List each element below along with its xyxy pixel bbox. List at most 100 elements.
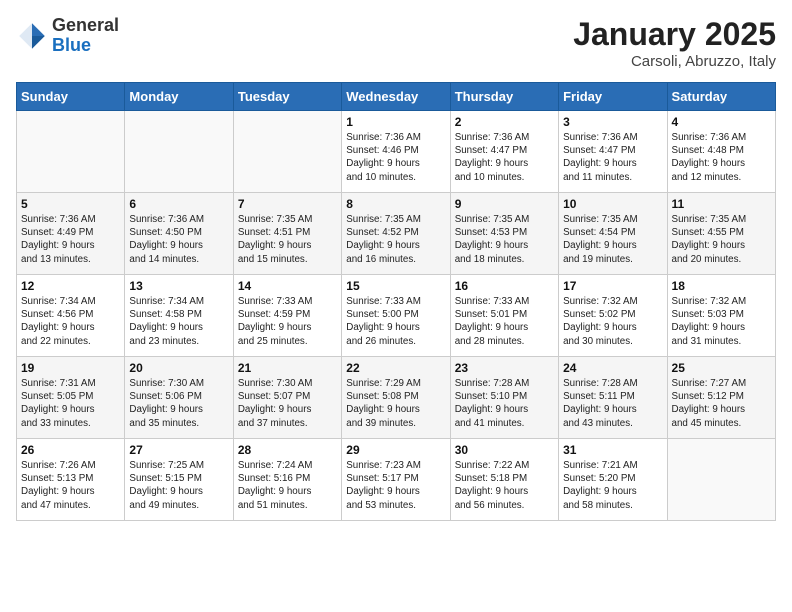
day-cell: 19 Sunrise: 7:31 AMSunset: 5:05 PMDayligh… [17, 357, 125, 439]
day-info: Sunrise: 7:36 AMSunset: 4:47 PMDaylight:… [563, 131, 662, 184]
day-info: Sunrise: 7:26 AMSunset: 5:13 PMDaylight:… [21, 459, 120, 512]
day-cell: 21Sunrise: 7:30 AMSunset: 5:07 PMDayligh… [233, 357, 341, 439]
day-info: Sunrise: 7:27 AMSunset: 5:12 PMDaylight:… [672, 377, 771, 430]
day-info: Sunrise: 7:25 AMSunset: 5:15 PMDaylight:… [129, 459, 228, 512]
day-cell: 22 Sunrise: 7:29 AMSunset: 5:08 PMDayligh… [342, 357, 450, 439]
day-info: Sunrise: 7:36 AMSunset: 4:47 PMDaylight:… [455, 131, 554, 184]
day-info: Sunrise: 7:29 AMSunset: 5:08 PMDaylight:… [346, 377, 445, 430]
calendar-title: January 2025 [573, 16, 776, 53]
logo-icon [16, 20, 48, 52]
day-cell [667, 439, 775, 521]
day-number: 15 [346, 279, 445, 293]
day-cell: 24Sunrise: 7:28 AMSunset: 5:11 PMDayligh… [559, 357, 667, 439]
day-info: Sunrise: 7:35 AMSunset: 4:54 PMDaylight:… [563, 213, 662, 266]
page-header: General Blue January 2025 Carsoli, Abruz… [16, 16, 776, 70]
day-info: Sunrise: 7:35 AMSunset: 4:53 PMDaylight:… [455, 213, 554, 266]
day-info: Sunrise: 7:21 AMSunset: 5:20 PMDaylight:… [563, 459, 662, 512]
day-number: 26 [21, 443, 120, 457]
day-info: Sunrise: 7:24 AMSunset: 5:16 PMDaylight:… [238, 459, 337, 512]
day-cell: 17 Sunrise: 7:32 AMSunset: 5:02 PMDayligh… [559, 275, 667, 357]
day-cell [17, 111, 125, 193]
day-number: 6 [129, 197, 228, 211]
day-cell [125, 111, 233, 193]
week-row-5: 26 Sunrise: 7:26 AMSunset: 5:13 PMDayligh… [17, 439, 776, 521]
header-cell-tuesday: Tuesday [233, 83, 341, 111]
day-cell: 1 Sunrise: 7:36 AMSunset: 4:46 PMDaylight… [342, 111, 450, 193]
day-cell: 23 Sunrise: 7:28 AMSunset: 5:10 PMDayligh… [450, 357, 558, 439]
day-info: Sunrise: 7:34 AMSunset: 4:58 PMDaylight:… [129, 295, 228, 348]
day-cell: 30Sunrise: 7:22 AMSunset: 5:18 PMDayligh… [450, 439, 558, 521]
day-number: 27 [129, 443, 228, 457]
day-info: Sunrise: 7:33 AMSunset: 5:00 PMDaylight:… [346, 295, 445, 348]
day-info: Sunrise: 7:28 AMSunset: 5:10 PMDaylight:… [455, 377, 554, 430]
day-cell [233, 111, 341, 193]
day-cell: 7Sunrise: 7:35 AMSunset: 4:51 PMDaylight… [233, 193, 341, 275]
day-number: 17 [563, 279, 662, 293]
day-cell: 16Sunrise: 7:33 AMSunset: 5:01 PMDayligh… [450, 275, 558, 357]
day-info: Sunrise: 7:33 AMSunset: 4:59 PMDaylight:… [238, 295, 337, 348]
day-cell: 3Sunrise: 7:36 AMSunset: 4:47 PMDaylight… [559, 111, 667, 193]
day-cell: 15 Sunrise: 7:33 AMSunset: 5:00 PMDayligh… [342, 275, 450, 357]
day-number: 9 [455, 197, 554, 211]
day-info: Sunrise: 7:35 AMSunset: 4:51 PMDaylight:… [238, 213, 337, 266]
header-cell-thursday: Thursday [450, 83, 558, 111]
calendar-table: SundayMondayTuesdayWednesdayThursdayFrid… [16, 82, 776, 521]
day-cell: 31 Sunrise: 7:21 AMSunset: 5:20 PMDayligh… [559, 439, 667, 521]
logo-blue: Blue [52, 35, 91, 55]
day-info: Sunrise: 7:28 AMSunset: 5:11 PMDaylight:… [563, 377, 662, 430]
day-cell: 2 Sunrise: 7:36 AMSunset: 4:47 PMDaylight… [450, 111, 558, 193]
day-number: 18 [672, 279, 771, 293]
day-info: Sunrise: 7:36 AMSunset: 4:49 PMDaylight:… [21, 213, 120, 266]
day-number: 14 [238, 279, 337, 293]
day-info: Sunrise: 7:36 AMSunset: 4:46 PMDaylight:… [346, 131, 445, 184]
day-number: 23 [455, 361, 554, 375]
day-number: 10 [563, 197, 662, 211]
day-cell: 29Sunrise: 7:23 AMSunset: 5:17 PMDayligh… [342, 439, 450, 521]
day-info: Sunrise: 7:35 AMSunset: 4:55 PMDaylight:… [672, 213, 771, 266]
day-cell: 6 Sunrise: 7:36 AMSunset: 4:50 PMDaylight… [125, 193, 233, 275]
header-cell-sunday: Sunday [17, 83, 125, 111]
day-cell: 11Sunrise: 7:35 AMSunset: 4:55 PMDayligh… [667, 193, 775, 275]
logo-general: General [52, 15, 119, 35]
week-row-1: 1 Sunrise: 7:36 AMSunset: 4:46 PMDaylight… [17, 111, 776, 193]
day-cell: 4Sunrise: 7:36 AMSunset: 4:48 PMDaylight… [667, 111, 775, 193]
day-info: Sunrise: 7:36 AMSunset: 4:50 PMDaylight:… [129, 213, 228, 266]
day-number: 25 [672, 361, 771, 375]
header-cell-monday: Monday [125, 83, 233, 111]
day-number: 5 [21, 197, 120, 211]
day-number: 1 [346, 115, 445, 129]
day-number: 22 [346, 361, 445, 375]
day-info: Sunrise: 7:31 AMSunset: 5:05 PMDaylight:… [21, 377, 120, 430]
day-info: Sunrise: 7:23 AMSunset: 5:17 PMDaylight:… [346, 459, 445, 512]
logo: General Blue [16, 16, 119, 56]
day-number: 8 [346, 197, 445, 211]
calendar-body: 1 Sunrise: 7:36 AMSunset: 4:46 PMDaylight… [17, 111, 776, 521]
day-info: Sunrise: 7:32 AMSunset: 5:03 PMDaylight:… [672, 295, 771, 348]
day-info: Sunrise: 7:34 AMSunset: 4:56 PMDaylight:… [21, 295, 120, 348]
day-number: 20 [129, 361, 228, 375]
day-number: 21 [238, 361, 337, 375]
calendar-header: SundayMondayTuesdayWednesdayThursdayFrid… [17, 83, 776, 111]
header-cell-wednesday: Wednesday [342, 83, 450, 111]
day-cell: 10 Sunrise: 7:35 AMSunset: 4:54 PMDayligh… [559, 193, 667, 275]
day-number: 16 [455, 279, 554, 293]
day-info: Sunrise: 7:22 AMSunset: 5:18 PMDaylight:… [455, 459, 554, 512]
day-number: 2 [455, 115, 554, 129]
week-row-3: 12Sunrise: 7:34 AMSunset: 4:56 PMDayligh… [17, 275, 776, 357]
day-number: 28 [238, 443, 337, 457]
day-number: 4 [672, 115, 771, 129]
header-cell-friday: Friday [559, 83, 667, 111]
title-block: January 2025 Carsoli, Abruzzo, Italy [573, 16, 776, 70]
header-row: SundayMondayTuesdayWednesdayThursdayFrid… [17, 83, 776, 111]
day-info: Sunrise: 7:35 AMSunset: 4:52 PMDaylight:… [346, 213, 445, 266]
day-number: 31 [563, 443, 662, 457]
logo-text: General Blue [52, 16, 119, 56]
day-cell: 5 Sunrise: 7:36 AMSunset: 4:49 PMDaylight… [17, 193, 125, 275]
day-cell: 18 Sunrise: 7:32 AMSunset: 5:03 PMDayligh… [667, 275, 775, 357]
day-number: 19 [21, 361, 120, 375]
day-info: Sunrise: 7:32 AMSunset: 5:02 PMDaylight:… [563, 295, 662, 348]
day-cell: 8 Sunrise: 7:35 AMSunset: 4:52 PMDaylight… [342, 193, 450, 275]
header-cell-saturday: Saturday [667, 83, 775, 111]
day-cell: 12Sunrise: 7:34 AMSunset: 4:56 PMDayligh… [17, 275, 125, 357]
day-cell: 20Sunrise: 7:30 AMSunset: 5:06 PMDayligh… [125, 357, 233, 439]
